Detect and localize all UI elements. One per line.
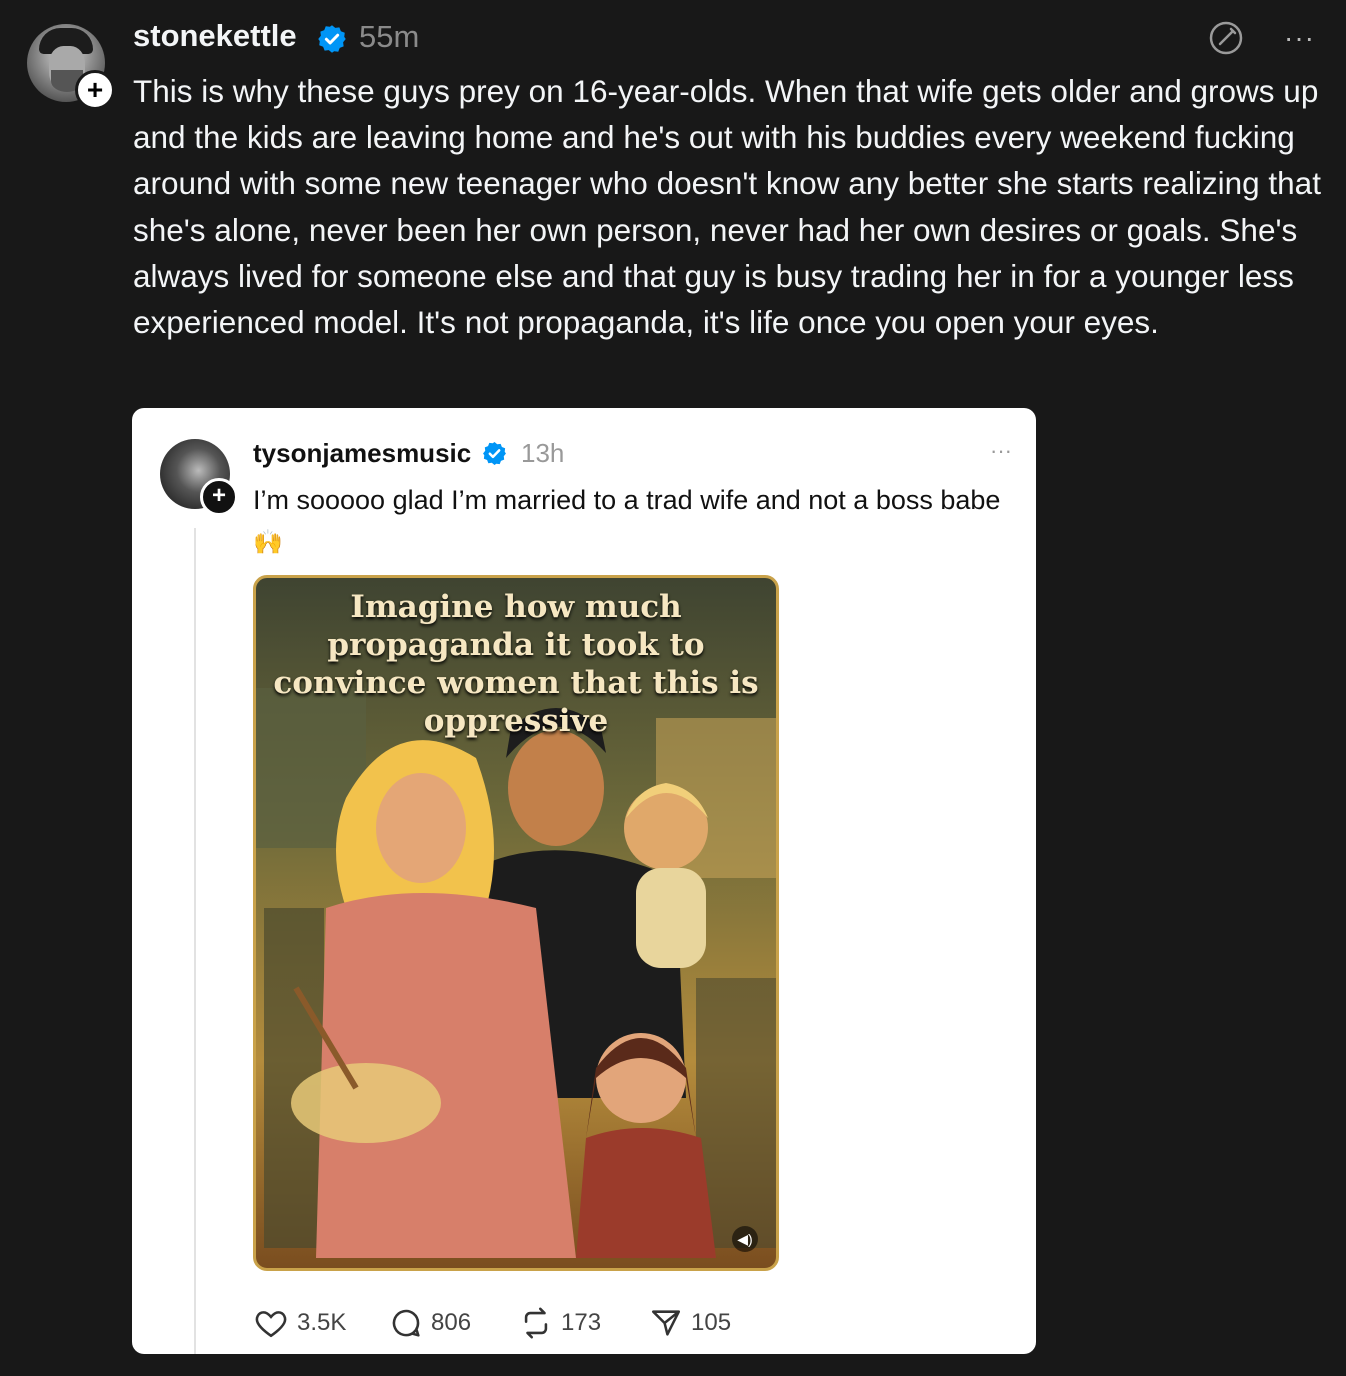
image-caption-text: Imagine how much propaganda it took to c… [273,589,759,739]
post-time: 55m [359,19,420,54]
repost-count: 173 [561,1309,602,1336]
like-action[interactable]: 3.5K [253,1306,346,1340]
post-body-text: This is why these guys prey on 16-year-o… [133,73,1321,341]
share-send-icon [651,1310,681,1336]
quoted-author-username[interactable]: tysonjamesmusic [253,438,471,469]
quoted-post-time: 13h [521,438,565,468]
verified-badge-icon [483,442,506,465]
share-count: 105 [691,1309,732,1336]
quoted-post-text: I’m sooooo glad I’m married to a trad wi… [253,480,1013,563]
more-options-icon[interactable]: ··· [1284,22,1315,54]
reply-action[interactable]: 806 [389,1306,471,1340]
follow-plus-icon[interactable]: + [200,478,238,516]
quoted-post-image[interactable]: Imagine how much propaganda it took to c… [253,575,779,1271]
quoted-text-body: I’m sooooo glad I’m married to a trad wi… [253,485,1001,515]
author-username[interactable]: stonekettle [133,18,297,54]
like-count: 3.5K [297,1309,347,1336]
quoted-post-card[interactable]: + tysonjamesmusic 13h ··· I’m sooooo gla… [132,408,1036,1354]
repost-action[interactable]: 173 [519,1306,601,1340]
thread-line [194,528,196,1354]
comment-icon [392,1309,420,1337]
author-avatar[interactable]: + [27,24,115,110]
raised-hands-emoji: 🙌 [253,529,283,556]
compose-edit-icon[interactable] [1207,19,1245,57]
repost-icon [524,1307,548,1339]
share-action[interactable]: 105 [649,1306,731,1340]
heart-icon [255,1311,287,1338]
reply-count: 806 [431,1309,472,1336]
verified-badge-icon [318,25,346,53]
more-options-icon[interactable]: ··· [990,438,1012,464]
follow-plus-icon[interactable]: + [75,70,115,110]
sound-toggle-icon[interactable]: ◀) [732,1226,758,1252]
